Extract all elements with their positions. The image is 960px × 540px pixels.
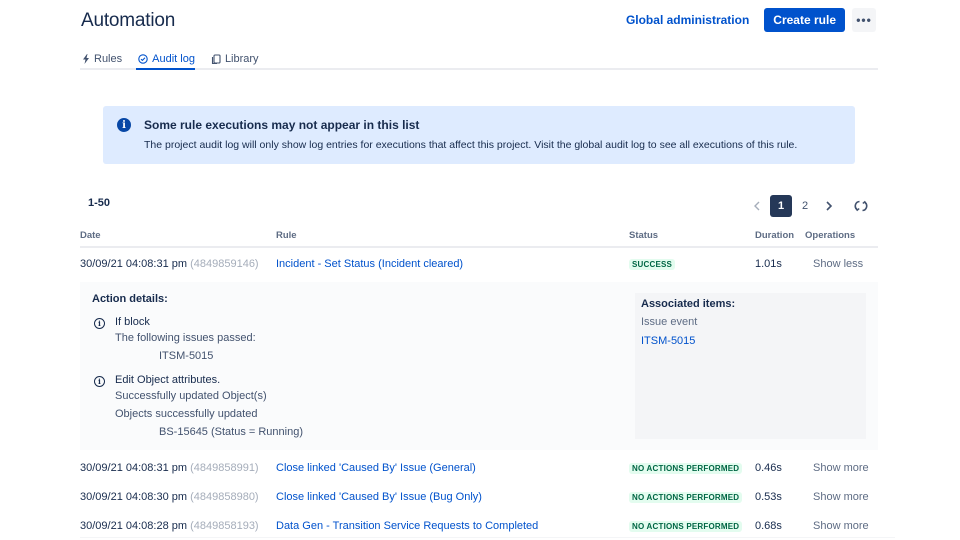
tab-label: Library: [224, 53, 259, 65]
page-button-1[interactable]: 1: [770, 195, 792, 217]
more-actions-button[interactable]: •••: [852, 8, 876, 32]
action-line: Objects successfully updated: [115, 408, 258, 420]
column-header-date: Date: [80, 230, 101, 241]
info-icon: i: [94, 376, 105, 387]
info-icon: i: [117, 118, 131, 132]
duration: 1.01s: [755, 258, 782, 270]
table-row: 30/09/21 04:08:28 pm (4849858193) Data G…: [80, 517, 878, 537]
banner-title: Some rule executions may not appear in t…: [144, 118, 420, 132]
action-issue-key: ITSM-5015: [159, 350, 214, 362]
show-more-link[interactable]: Show more: [813, 520, 869, 532]
execution-id: (4849858980): [190, 491, 259, 503]
lightning-icon: [82, 54, 90, 64]
refresh-button[interactable]: [850, 195, 872, 217]
info-icon: i: [94, 318, 105, 329]
status-badge: NO ACTIONS PERFORMED: [629, 492, 743, 503]
status-badge: NO ACTIONS PERFORMED: [629, 463, 743, 474]
next-page-button[interactable]: [818, 195, 840, 217]
more-icon: •••: [856, 13, 872, 27]
divider: [80, 537, 895, 538]
status-badge: SUCCESS: [629, 259, 676, 270]
header-actions: Global administration Create rule •••: [626, 8, 876, 32]
action-details-title: Action details:: [92, 293, 168, 305]
chevron-left-icon: [754, 201, 760, 211]
page-title: Automation: [81, 10, 176, 31]
action-object: BS-15645 (Status = Running): [159, 426, 304, 438]
execution-details: Action details: i If block The following…: [80, 282, 878, 450]
associated-issue-link[interactable]: ITSM-5015: [641, 335, 695, 347]
table-row: 30/09/21 04:08:31 pm (4849858991) Close …: [80, 459, 878, 479]
status-badge: NO ACTIONS PERFORMED: [629, 521, 743, 532]
execution-id: (4849859146): [190, 258, 259, 270]
rule-link[interactable]: Close linked 'Caused By' Issue (Bug Only…: [276, 491, 482, 503]
execution-id: (4849858193): [190, 520, 259, 532]
previous-page-button[interactable]: [746, 195, 768, 217]
associated-items-title: Associated items:: [641, 298, 736, 310]
info-banner: i Some rule executions may not appear in…: [103, 106, 855, 164]
duration: 0.68s: [755, 520, 782, 532]
tab-audit-log[interactable]: Audit log: [136, 50, 195, 70]
column-header-status: Status: [629, 230, 659, 241]
action-line: The following issues passed:: [115, 332, 256, 344]
copy-icon: [211, 54, 221, 64]
tab-label: Audit log: [152, 53, 195, 65]
page-button-2[interactable]: 2: [794, 195, 816, 217]
duration: 0.53s: [755, 491, 782, 503]
banner-text: The project audit log will only show log…: [144, 139, 798, 151]
chevron-right-icon: [826, 201, 833, 211]
show-less-link[interactable]: Show less: [813, 258, 863, 270]
associated-items-panel: Associated items: Issue event ITSM-5015: [635, 293, 866, 439]
show-more-link[interactable]: Show more: [813, 462, 869, 474]
table-row: 30/09/21 04:08:30 pm (4849858980) Close …: [80, 488, 878, 508]
tab-library[interactable]: Library: [209, 50, 259, 68]
check-circle-icon: [138, 54, 148, 64]
show-more-link[interactable]: Show more: [813, 491, 869, 503]
table-header: Date Rule Status Duration Operations: [80, 228, 878, 248]
refresh-icon: [854, 200, 868, 212]
result-range: 1-50: [88, 197, 111, 209]
tab-bar: Rules Audit log Library: [80, 50, 878, 70]
rule-link[interactable]: Close linked 'Caused By' Issue (General): [276, 462, 476, 474]
global-administration-button[interactable]: Global administration: [626, 13, 749, 27]
column-header-rule: Rule: [276, 230, 297, 241]
execution-date: 30/09/21 04:08:30 pm (4849858980): [80, 491, 259, 503]
tab-rules[interactable]: Rules: [80, 50, 122, 68]
associated-items-subtitle: Issue event: [641, 316, 698, 328]
pagination: 1 2: [746, 195, 872, 217]
action-line: Successfully updated Object(s): [115, 390, 267, 402]
rule-link[interactable]: Incident - Set Status (Incident cleared): [276, 258, 463, 270]
rule-link[interactable]: Data Gen - Transition Service Requests t…: [276, 520, 538, 532]
column-header-operations: Operations: [805, 230, 856, 241]
execution-date: 30/09/21 04:08:28 pm (4849858193): [80, 520, 259, 532]
execution-id: (4849858991): [190, 462, 259, 474]
tab-label: Rules: [94, 53, 123, 65]
execution-date: 30/09/21 04:08:31 pm (4849858991): [80, 462, 259, 474]
execution-date: 30/09/21 04:08:31 pm (4849859146): [80, 258, 259, 270]
duration: 0.46s: [755, 462, 782, 474]
action-title: Edit Object attributes.: [115, 374, 221, 386]
column-header-duration: Duration: [755, 230, 795, 241]
action-title: If block: [115, 316, 150, 328]
table-row: 30/09/21 04:08:31 pm (4849859146) Incide…: [80, 255, 878, 275]
create-rule-button[interactable]: Create rule: [764, 8, 845, 32]
